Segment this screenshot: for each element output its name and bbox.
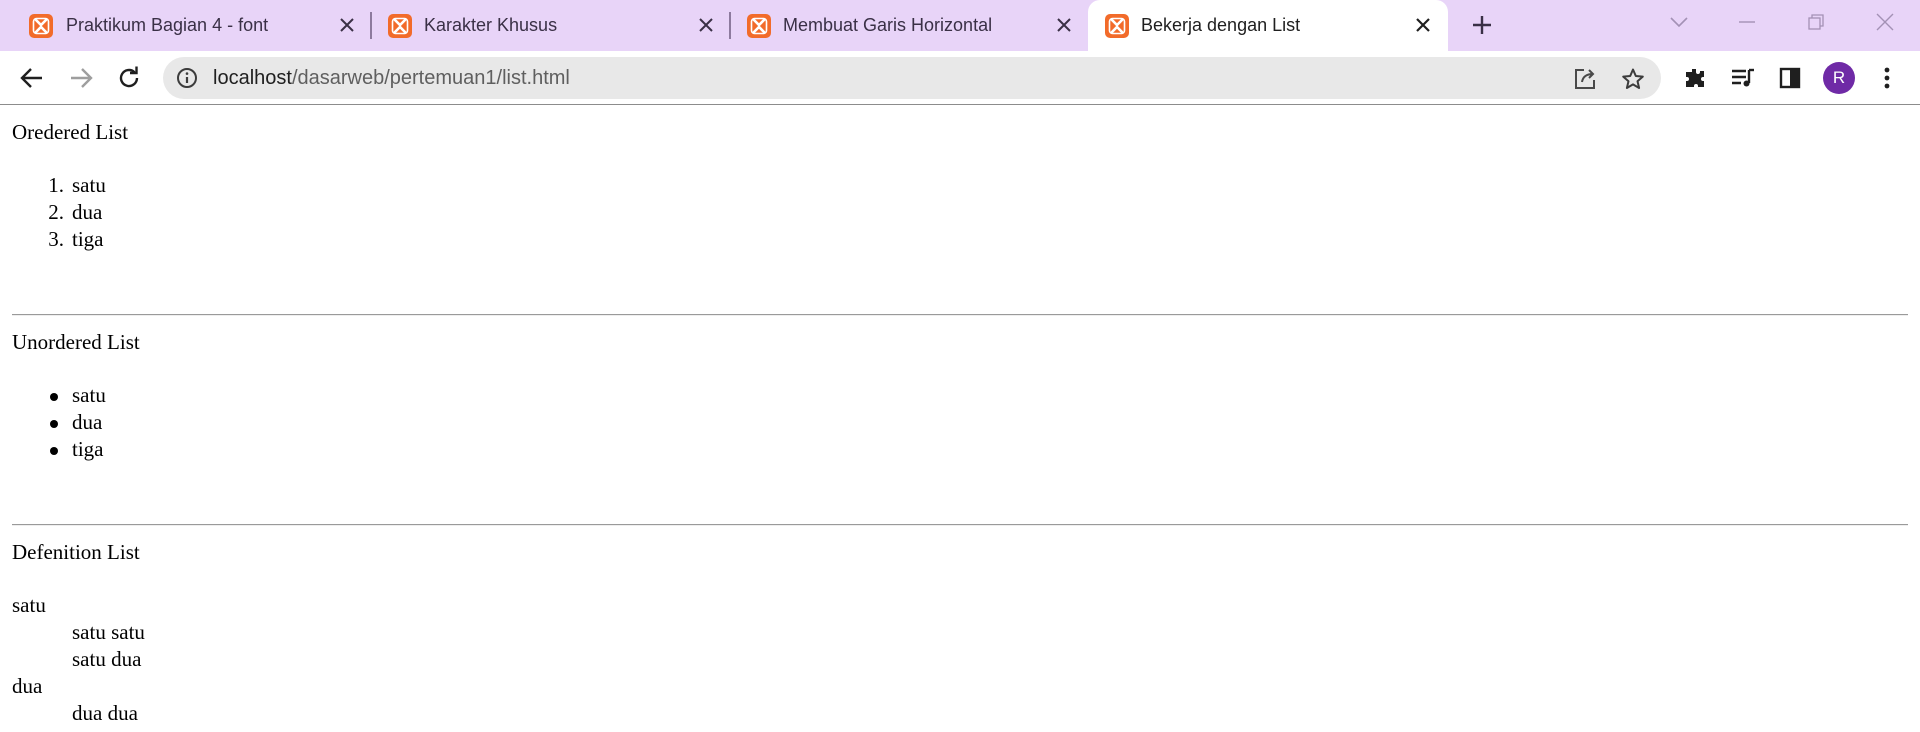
horizontal-rule	[12, 314, 1908, 316]
tab-search-button[interactable]	[1662, 9, 1696, 35]
new-tab-button[interactable]	[1468, 11, 1496, 39]
tab-strip: Praktikum Bagian 4 - font Karakter Khusu…	[0, 0, 1920, 51]
unordered-list-heading: Unordered List	[12, 330, 140, 354]
arrow-right-icon	[71, 68, 93, 88]
bullet-icon	[50, 393, 58, 401]
tab-title: Bekerja dengan List	[1141, 15, 1301, 35]
url-host: localhost	[213, 67, 292, 89]
share-icon[interactable]	[1572, 66, 1598, 92]
list-item: dua	[72, 410, 103, 434]
definition-term: satu	[12, 593, 46, 617]
restore-icon	[1808, 14, 1824, 30]
page-content: Oredered List 1. satu 2. dua 3. tiga Uno…	[0, 106, 1920, 732]
list-marker: 3.	[48, 227, 64, 251]
list-item: dua	[72, 200, 103, 224]
close-icon[interactable]	[1411, 13, 1435, 37]
bullet-icon	[50, 447, 58, 455]
list-item: satu	[72, 173, 106, 197]
list-item: tiga	[72, 227, 104, 251]
reload-icon	[119, 66, 139, 88]
list-item: satu	[72, 383, 106, 407]
tab-title: Membuat Garis Horizontal	[783, 15, 993, 35]
xampp-icon	[29, 14, 53, 38]
reload-button[interactable]	[114, 63, 144, 93]
tab-bekerja-dengan-list[interactable]: Bekerja dengan List	[1088, 0, 1448, 51]
close-icon[interactable]	[694, 13, 718, 37]
info-icon[interactable]	[176, 67, 198, 89]
star-icon[interactable]	[1620, 66, 1646, 92]
definition-term: dua	[12, 674, 43, 698]
forward-button[interactable]	[66, 63, 96, 93]
tab-karakter-khusus[interactable]: Karakter Khusus	[370, 0, 730, 51]
horizontal-rule	[12, 524, 1908, 526]
xampp-icon	[747, 14, 771, 38]
close-icon[interactable]	[1052, 13, 1076, 37]
definition-description: dua dua	[72, 701, 138, 725]
tab-garis-horizontal[interactable]: Membuat Garis Horizontal	[730, 0, 1087, 51]
list-marker: 1.	[48, 173, 64, 197]
definition-description: satu satu	[72, 620, 145, 644]
definition-list-heading: Defenition List	[12, 540, 140, 564]
url-text: localhost/dasarweb/pertemuan1/list.html	[213, 67, 570, 89]
close-icon	[1876, 13, 1894, 31]
tab-title: Praktikum Bagian 4 - font	[66, 15, 269, 35]
tab-title: Karakter Khusus	[424, 15, 558, 35]
close-window-button[interactable]	[1868, 9, 1902, 35]
back-button[interactable]	[17, 63, 47, 93]
restore-button[interactable]	[1799, 9, 1833, 35]
extensions-icon[interactable]	[1680, 63, 1710, 93]
close-icon[interactable]	[335, 13, 359, 37]
address-bar[interactable]: localhost/dasarweb/pertemuan1/list.html	[163, 57, 1661, 99]
url-path: /dasarweb/pertemuan1/list.html	[291, 67, 570, 89]
chevron-down-icon	[1670, 17, 1688, 28]
plus-icon	[1473, 16, 1491, 34]
minimize-icon	[1739, 21, 1755, 23]
menu-kebab-icon[interactable]	[1872, 63, 1902, 93]
side-panel-icon[interactable]	[1775, 63, 1805, 93]
list-marker: 2.	[48, 200, 64, 224]
arrow-left-icon	[20, 68, 42, 88]
ordered-list-heading: Oredered List	[12, 120, 129, 144]
minimize-button[interactable]	[1730, 9, 1764, 35]
profile-avatar[interactable]: R	[1823, 62, 1855, 94]
definition-description: satu dua	[72, 647, 142, 671]
xampp-icon	[388, 14, 412, 38]
tab-praktikum-font[interactable]: Praktikum Bagian 4 - font	[0, 0, 370, 51]
bullet-icon	[50, 420, 58, 428]
list-item: tiga	[72, 437, 104, 461]
media-queue-icon[interactable]	[1728, 63, 1758, 93]
xampp-icon	[1105, 14, 1129, 38]
browser-toolbar: localhost/dasarweb/pertemuan1/list.html …	[0, 51, 1920, 105]
